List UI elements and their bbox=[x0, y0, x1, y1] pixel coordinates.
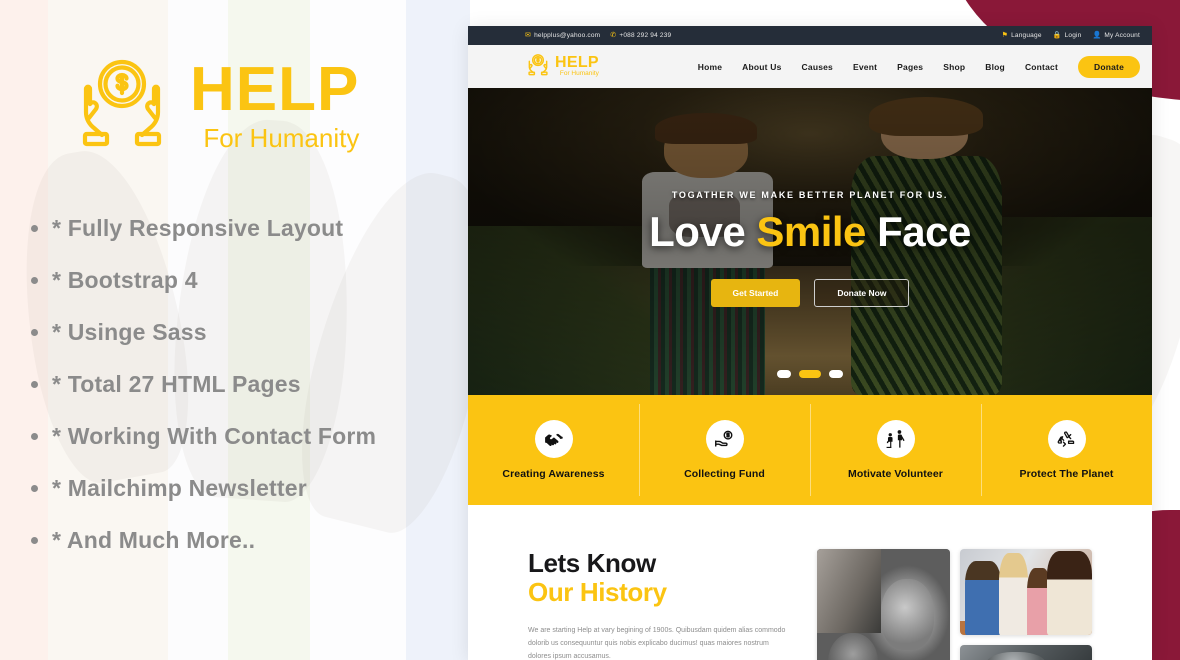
service-card-creating-awareness[interactable]: Creating Awareness bbox=[468, 395, 639, 505]
list-item: * And Much More.. bbox=[52, 527, 430, 554]
history-section: Lets Know Our History We are starting He… bbox=[468, 505, 1152, 660]
history-title-line1: Lets Know bbox=[528, 548, 656, 578]
topbar-link-login[interactable]: 🔒 Login bbox=[1053, 32, 1082, 39]
hero-title-part3: Face bbox=[865, 208, 971, 255]
hero-title-part1: Love bbox=[649, 208, 757, 255]
promo-panel: HELP For Humanity * Fully Responsive Lay… bbox=[0, 0, 470, 660]
service-label: Collecting Fund bbox=[684, 468, 765, 480]
topbar-email-text: helpplus@yahoo.com bbox=[534, 32, 601, 39]
gallery-2-child-2 bbox=[999, 553, 1029, 635]
topbar-account-group: ⚑ Language 🔒 Login 👤 My Account bbox=[1002, 32, 1140, 39]
service-card-motivate-volunteer[interactable]: Motivate Volunteer bbox=[810, 395, 981, 505]
navbar-brand-name: HELP bbox=[555, 54, 599, 72]
navbar-logo-text: HELP For Humanity bbox=[555, 55, 599, 78]
site-topbar: ✉ helpplus@yahoo.com ✆ +088 292 94 239 ⚑… bbox=[468, 26, 1152, 45]
flag-icon: ⚑ bbox=[1001, 32, 1009, 39]
volunteers-icon bbox=[876, 420, 915, 458]
site-navbar: HELP For Humanity Home About Us Causes E… bbox=[468, 45, 1152, 88]
topbar-my-account-label: My Account bbox=[1104, 32, 1140, 39]
services-strip: Creating Awareness Collecting Fund Motiv… bbox=[468, 395, 1152, 505]
handshake-icon bbox=[534, 420, 573, 458]
user-icon: 👤 bbox=[1092, 32, 1102, 39]
carousel-dot-1[interactable] bbox=[777, 370, 791, 378]
nav-item-home[interactable]: Home bbox=[698, 62, 722, 72]
history-paragraph: We are starting Help at vary begining of… bbox=[528, 627, 786, 660]
service-label: Protect The Planet bbox=[1019, 468, 1114, 480]
hero-buttons: Get Started Donate Now bbox=[710, 279, 910, 307]
nav-item-about-us[interactable]: About Us bbox=[742, 62, 781, 72]
hero-carousel: TOGATHER WE MAKE BETTER PLANET FOR US. L… bbox=[468, 88, 1152, 395]
nav-item-causes[interactable]: Causes bbox=[802, 62, 833, 72]
list-item: * Usinge Sass bbox=[52, 319, 430, 346]
topbar-link-language[interactable]: ⚑ Language bbox=[1002, 32, 1042, 39]
gallery-2-teacher bbox=[1046, 550, 1092, 635]
gallery-image-outdoor bbox=[959, 645, 1092, 660]
hero-title: Love Smile Face bbox=[649, 211, 971, 253]
history-title: Lets Know Our History bbox=[528, 548, 793, 608]
carousel-dot-2[interactable] bbox=[799, 370, 821, 378]
topbar-link-my-account[interactable]: 👤 My Account bbox=[1092, 32, 1140, 39]
promo-feature-list: * Fully Responsive Layout * Bootstrap 4 … bbox=[52, 215, 430, 554]
navbar-links: Home About Us Causes Event Pages Shop Bl… bbox=[698, 55, 1140, 78]
service-card-collecting-fund[interactable]: Collecting Fund bbox=[639, 395, 810, 505]
topbar-language-label: Language bbox=[1011, 32, 1042, 39]
carousel-indicators bbox=[468, 370, 1152, 378]
hero-title-highlight: Smile bbox=[756, 208, 866, 255]
navbar-logo[interactable]: HELP For Humanity bbox=[525, 53, 599, 81]
website-preview: ✉ helpplus@yahoo.com ✆ +088 292 94 239 ⚑… bbox=[468, 26, 1152, 660]
history-text-column: Lets Know Our History We are starting He… bbox=[528, 548, 793, 660]
history-title-line2: Our History bbox=[528, 577, 667, 608]
nav-item-event[interactable]: Event bbox=[853, 62, 877, 72]
recycle-hands-icon bbox=[1047, 420, 1086, 458]
nav-item-shop[interactable]: Shop bbox=[943, 62, 965, 72]
service-label: Creating Awareness bbox=[502, 468, 605, 480]
nav-item-contact[interactable]: Contact bbox=[1025, 62, 1058, 72]
service-label: Motivate Volunteer bbox=[848, 468, 943, 480]
list-item: * Working With Contact Form bbox=[52, 423, 430, 450]
topbar-phone-text: +088 292 94 239 bbox=[619, 32, 672, 39]
list-item: * Bootstrap 4 bbox=[52, 267, 430, 294]
phone-icon: ✆ bbox=[610, 32, 617, 39]
hands-holding-coin-icon bbox=[525, 53, 551, 81]
promo-brand-name: HELP bbox=[190, 54, 360, 124]
nav-item-blog[interactable]: Blog bbox=[985, 62, 1005, 72]
history-gallery bbox=[817, 549, 1092, 660]
topbar-login-label: Login bbox=[1064, 32, 1082, 39]
list-item: * Fully Responsive Layout bbox=[52, 215, 430, 242]
promo-brand-text: HELP For Humanity bbox=[190, 54, 360, 153]
hand-holding-coin-icon bbox=[705, 420, 744, 458]
hero-kicker: TOGATHER WE MAKE BETTER PLANET FOR US. bbox=[671, 190, 949, 200]
gallery-image-boys-bw bbox=[817, 549, 950, 660]
lock-icon: 🔒 bbox=[1052, 32, 1062, 39]
get-started-button[interactable]: Get Started bbox=[710, 279, 801, 307]
gallery-1-rocks bbox=[817, 549, 881, 634]
nav-item-pages[interactable]: Pages bbox=[897, 62, 923, 72]
list-item: * Mailchimp Newsletter bbox=[52, 475, 430, 502]
topbar-phone[interactable]: ✆ +088 292 94 239 bbox=[610, 32, 671, 39]
topbar-email[interactable]: ✉ helpplus@yahoo.com bbox=[525, 32, 600, 39]
service-card-protect-the-planet[interactable]: Protect The Planet bbox=[981, 395, 1152, 505]
envelope-icon: ✉ bbox=[525, 32, 532, 39]
promo-brand-tagline: For Humanity bbox=[203, 122, 360, 153]
gallery-2-child-1 bbox=[964, 561, 1001, 635]
hero-content: TOGATHER WE MAKE BETTER PLANET FOR US. L… bbox=[468, 88, 1152, 395]
donate-button[interactable]: Donate bbox=[1077, 55, 1140, 78]
topbar-contact-group: ✉ helpplus@yahoo.com ✆ +088 292 94 239 bbox=[525, 32, 671, 39]
gallery-1-face-main bbox=[880, 578, 934, 650]
promo-brand-logo: HELP For Humanity bbox=[68, 56, 430, 153]
navbar-brand-tagline: For Humanity bbox=[559, 70, 599, 78]
carousel-dot-3[interactable] bbox=[829, 370, 843, 378]
list-item: * Total 27 HTML Pages bbox=[52, 371, 430, 398]
donate-now-button[interactable]: Donate Now bbox=[814, 279, 910, 307]
gallery-image-classroom bbox=[959, 549, 1092, 635]
hands-holding-coin-icon bbox=[68, 56, 176, 153]
